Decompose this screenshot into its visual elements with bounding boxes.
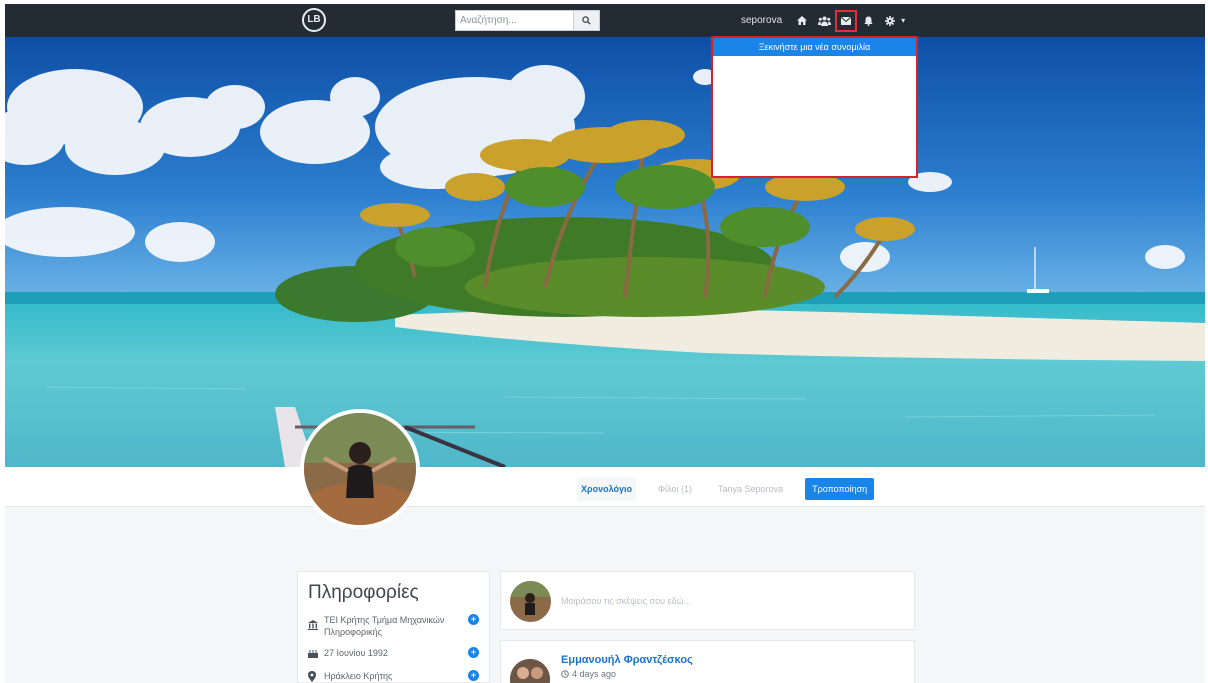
post-composer[interactable]: Μοιράσου τις σκέψεις σου εδώ... xyxy=(500,571,915,630)
search-icon xyxy=(582,16,591,25)
gear-icon[interactable] xyxy=(882,13,898,29)
tab-profile-name[interactable]: Tanya Seporova xyxy=(714,477,787,501)
messages-dropdown: Ξεκινήστε μια νέα συνομιλία xyxy=(711,36,918,178)
friends-icon[interactable] xyxy=(816,13,832,29)
institution-icon xyxy=(308,614,324,638)
post-author-avatar[interactable] xyxy=(510,659,550,683)
info-item-birthday: 27 Ιουνίου 1992 + xyxy=(308,647,479,661)
tropical-island-image xyxy=(5,37,1205,467)
username-link[interactable]: seporova xyxy=(741,15,782,26)
post-time-text: 4 days ago xyxy=(572,669,617,679)
add-circle-icon[interactable]: + xyxy=(468,614,479,625)
info-item-text: Ηράκλειο Κρήτης xyxy=(324,671,393,681)
map-marker-icon xyxy=(308,670,324,683)
nav-right: seporova ▾ xyxy=(741,4,905,37)
feed-post: Εμμανουήλ Φραντζέσκος 4 days ago xyxy=(500,640,915,683)
search-input[interactable] xyxy=(455,10,573,31)
search-button[interactable] xyxy=(573,10,600,31)
chevron-down-icon[interactable]: ▾ xyxy=(901,16,905,25)
tab-timeline[interactable]: Χρονολόγιο xyxy=(577,477,636,501)
home-icon[interactable] xyxy=(794,13,810,29)
top-navbar: LB seporova ▾ xyxy=(5,4,1205,37)
info-item-text: 27 Ιουνίου 1992 xyxy=(324,648,388,658)
profile-tabs: Χρονολόγιο Φίλοι (1) Tanya Seporova Τροπ… xyxy=(577,477,875,501)
add-circle-icon[interactable]: + xyxy=(468,670,479,681)
info-card: Πληροφορίες ΤΕΙ Κρήτης Τμήμα Μηχανικών Π… xyxy=(297,571,490,683)
search-form xyxy=(455,10,600,31)
info-item-text: ΤΕΙ Κρήτης Τμήμα Μηχανικών Πληροφορικής xyxy=(324,615,445,637)
add-circle-icon[interactable]: + xyxy=(468,647,479,658)
composer-placeholder[interactable]: Μοιράσου τις σκέψεις σου εδώ... xyxy=(561,596,691,606)
post-author-name[interactable]: Εμμανουήλ Φραντζέσκος xyxy=(561,654,693,666)
bell-icon[interactable] xyxy=(860,13,876,29)
edit-profile-button[interactable]: Τροποποίηση xyxy=(805,478,875,500)
site-logo[interactable]: LB xyxy=(302,8,326,32)
post-timestamp: 4 days ago xyxy=(561,669,616,679)
cover-photo xyxy=(5,37,1205,467)
birthday-cake-icon xyxy=(308,647,324,661)
profile-avatar[interactable] xyxy=(300,409,420,529)
messages-icon[interactable] xyxy=(835,9,858,32)
info-title: Πληροφορίες xyxy=(308,582,419,603)
new-conversation-link[interactable]: Ξεκινήστε μια νέα συνομιλία xyxy=(713,38,916,56)
profile-bar: Χρονολόγιο Φίλοι (1) Tanya Seporova Τροπ… xyxy=(5,467,1205,507)
info-item-location: Ηράκλειο Κρήτης + xyxy=(308,670,479,683)
tab-friends[interactable]: Φίλοι (1) xyxy=(654,477,696,501)
info-item-education: ΤΕΙ Κρήτης Τμήμα Μηχανικών Πληροφορικής … xyxy=(308,614,479,638)
page-frame: LB seporova ▾ xyxy=(5,4,1205,683)
clock-icon xyxy=(561,670,569,678)
composer-avatar xyxy=(510,581,551,622)
